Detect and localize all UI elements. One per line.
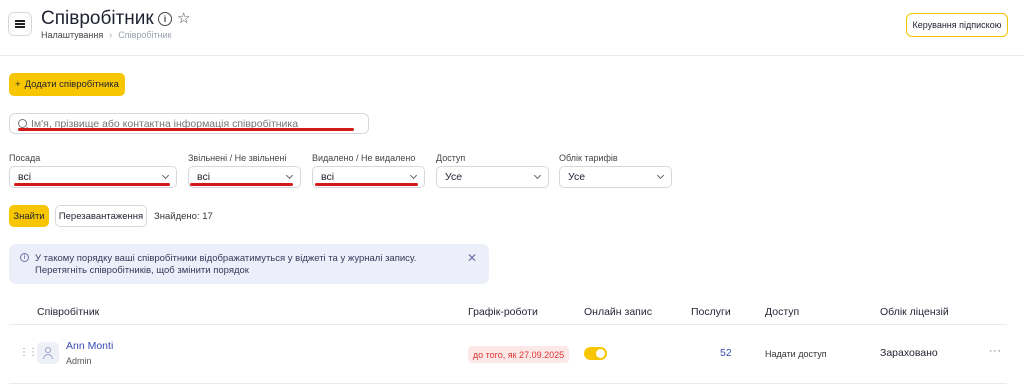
filter-deleted-value: всі: [321, 171, 335, 183]
filter-label-position: Посада: [9, 153, 41, 163]
employee-role: Admin: [66, 356, 92, 366]
column-header-schedule: Графік-роботи: [468, 306, 538, 318]
add-employee-label: Додати співробітника: [24, 79, 119, 90]
search-icon: [18, 119, 27, 128]
filter-tariff-value: Усе: [568, 171, 586, 183]
more-actions-icon[interactable]: ···: [989, 345, 1002, 357]
table-header-divider: [9, 324, 1007, 325]
manage-subscription-button[interactable]: Керування підпискою: [906, 13, 1008, 37]
hamburger-icon: [15, 20, 25, 28]
filter-dismissed-value: всі: [197, 171, 211, 183]
add-employee-button[interactable]: + Додати співробітника: [9, 73, 125, 96]
find-button[interactable]: Знайти: [9, 205, 49, 227]
red-underline-search: [18, 128, 354, 131]
column-header-employee: Співробітник: [37, 306, 100, 318]
filter-label-dismissed: Звільнені / Не звільнені: [188, 153, 287, 163]
filter-access-value: Усе: [445, 171, 463, 183]
page-title: Співробітник: [41, 8, 154, 29]
filter-label-deleted: Видалено / Не видалено: [312, 153, 416, 163]
notice-text: У такому порядку ваші співробітники відо…: [35, 253, 417, 276]
chevron-down-icon: [533, 171, 542, 180]
page-header: Співробітник i ☆ Налаштування › Співробі…: [0, 0, 1024, 56]
reload-button[interactable]: Перезавантаження: [55, 205, 147, 227]
filter-label-tariff: Облік тарифів: [559, 153, 618, 163]
filter-access-select[interactable]: Усе: [436, 166, 549, 188]
column-header-services: Послуги: [691, 306, 731, 318]
services-count-link[interactable]: 52: [720, 347, 732, 359]
drag-handle-icon[interactable]: ⋮⋮: [19, 347, 38, 358]
filter-position-value: всі: [18, 171, 32, 183]
filter-label-access: Доступ: [436, 153, 466, 163]
breadcrumb-settings[interactable]: Налаштування: [41, 30, 103, 40]
chevron-down-icon: [409, 171, 418, 180]
user-icon: [45, 347, 51, 353]
chevron-down-icon: [656, 171, 665, 180]
column-header-access: Доступ: [765, 306, 800, 318]
license-status: Зараховано: [880, 347, 938, 359]
plus-icon: +: [15, 79, 21, 90]
grant-access-link[interactable]: Надати доступ: [765, 349, 827, 359]
info-icon: i: [20, 253, 29, 262]
star-icon[interactable]: ☆: [177, 9, 190, 27]
breadcrumb-separator-icon: ›: [109, 30, 113, 40]
user-icon-body: [43, 354, 53, 359]
table-row-divider: [9, 383, 1007, 384]
breadcrumb: Налаштування › Співробітник: [41, 30, 172, 40]
column-header-online-booking: Онлайн запис: [584, 306, 652, 318]
chevron-down-icon: [285, 171, 294, 180]
avatar: [37, 342, 59, 364]
red-underline-position: [14, 183, 170, 186]
found-count: Знайдено: 17: [154, 211, 213, 222]
filter-tariff-select[interactable]: Усе: [559, 166, 672, 188]
red-underline-deleted: [315, 183, 418, 186]
column-header-license: Облік ліцензій: [880, 306, 949, 318]
breadcrumb-current: Співробітник: [118, 30, 172, 40]
info-icon[interactable]: i: [158, 12, 172, 26]
employee-name-link[interactable]: Ann Monti: [66, 340, 113, 352]
red-underline-dismissed: [190, 183, 293, 186]
info-notice: i У такому порядку ваші співробітники ві…: [9, 244, 489, 284]
chevron-down-icon: [161, 171, 170, 180]
schedule-badge[interactable]: до того, як 27.09.2025: [468, 346, 569, 363]
menu-button[interactable]: [8, 12, 32, 36]
online-booking-toggle[interactable]: [584, 347, 607, 360]
close-icon[interactable]: ✕: [467, 251, 477, 265]
